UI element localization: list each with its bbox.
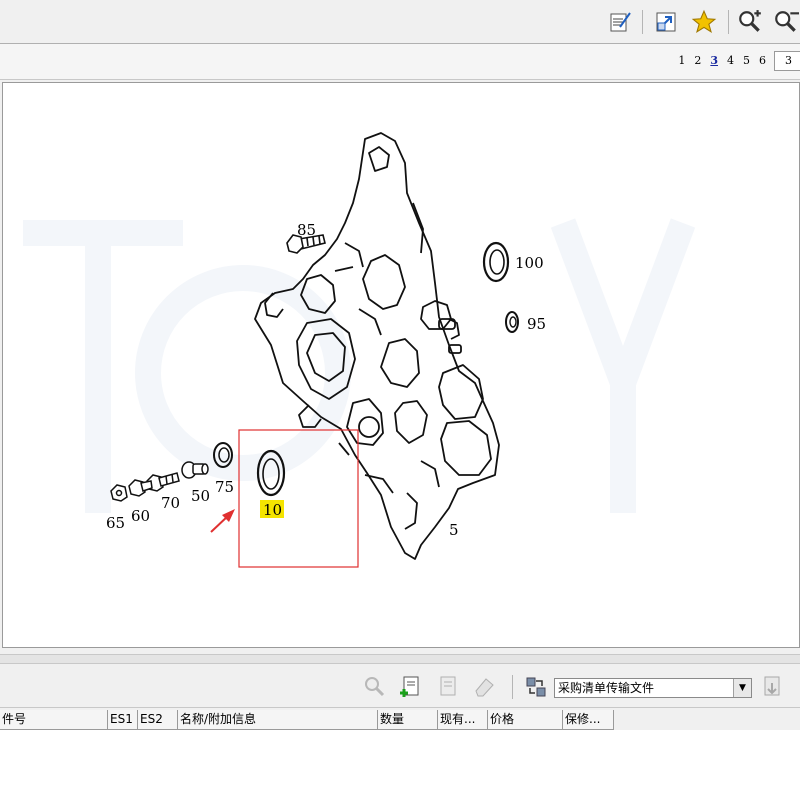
- parts-table-body: [0, 730, 800, 800]
- label-70[interactable]: 70: [161, 494, 180, 512]
- seal-ring-100[interactable]: [482, 241, 510, 283]
- page-number-input[interactable]: 3: [774, 51, 800, 71]
- page-link[interactable]: 6: [759, 54, 766, 67]
- parts-diagram-canvas: 85 100 95 10 75 50 70 60 65 5: [2, 82, 800, 648]
- add-to-list-icon[interactable]: [396, 673, 424, 701]
- zoom-in-icon[interactable]: [736, 8, 764, 36]
- ring-95[interactable]: [505, 311, 519, 333]
- timing-cover-housing[interactable]: [254, 132, 500, 560]
- pane-splitter[interactable]: [0, 654, 800, 664]
- pointer-arrow: [210, 509, 235, 533]
- column-header-warranty[interactable]: 保修...: [563, 710, 614, 730]
- transfer-icon[interactable]: [522, 673, 550, 701]
- transfer-file-select[interactable]: 采购清单传输文件 ▼: [554, 678, 752, 698]
- pager-bar: 1 2 3 4 5 6 3: [0, 44, 800, 80]
- parts-list-toolbar: 采购清单传输文件 ▼: [0, 666, 800, 708]
- label-95[interactable]: 95: [527, 315, 546, 333]
- page-list: 1 2 3 4 5 6: [678, 54, 766, 67]
- export-icon[interactable]: [758, 673, 786, 701]
- label-60[interactable]: 60: [131, 507, 150, 525]
- label-10[interactable]: 10: [263, 501, 282, 519]
- label-5[interactable]: 5: [449, 521, 459, 539]
- parts-table-header: 件号 ES1 ES2 名称/附加信息 数量 现有... 价格 保修...: [0, 710, 614, 730]
- eraser-icon[interactable]: [470, 673, 498, 701]
- page-link[interactable]: 1: [678, 54, 685, 67]
- bolt-60[interactable]: [128, 479, 153, 497]
- column-header-stock[interactable]: 现有...: [438, 710, 488, 730]
- search-part-icon[interactable]: [360, 673, 388, 701]
- edit-note-icon[interactable]: [606, 8, 634, 36]
- document-icon[interactable]: [434, 673, 462, 701]
- page-link-current[interactable]: 3: [710, 54, 718, 67]
- column-header-price[interactable]: 价格: [488, 710, 563, 730]
- resize-icon[interactable]: [652, 8, 680, 36]
- label-75[interactable]: 75: [215, 478, 234, 496]
- nut-65[interactable]: [110, 484, 128, 502]
- page-link[interactable]: 5: [743, 54, 750, 67]
- column-header-part-number[interactable]: 件号: [0, 710, 108, 730]
- label-85[interactable]: 85: [297, 221, 316, 239]
- page-link[interactable]: 2: [694, 54, 701, 67]
- bushing-50[interactable]: [181, 461, 209, 479]
- exploded-parts-diagram: 85 100 95 10 75 50 70 60 65 5: [23, 132, 696, 568]
- label-50[interactable]: 50: [191, 487, 210, 505]
- label-65[interactable]: 65: [106, 514, 125, 532]
- column-header-quantity[interactable]: 数量: [378, 710, 438, 730]
- chevron-down-icon[interactable]: ▼: [733, 679, 751, 697]
- transfer-file-select-value: 采购清单传输文件: [558, 681, 655, 695]
- page-link[interactable]: 4: [727, 54, 734, 67]
- zoom-out-icon[interactable]: [772, 8, 800, 36]
- favorite-star-icon[interactable]: [690, 8, 718, 36]
- column-header-es1[interactable]: ES1: [108, 710, 138, 730]
- column-header-es2[interactable]: ES2: [138, 710, 178, 730]
- column-header-name[interactable]: 名称/附加信息: [178, 710, 378, 730]
- main-toolbar: [0, 0, 800, 44]
- label-100[interactable]: 100: [515, 254, 544, 272]
